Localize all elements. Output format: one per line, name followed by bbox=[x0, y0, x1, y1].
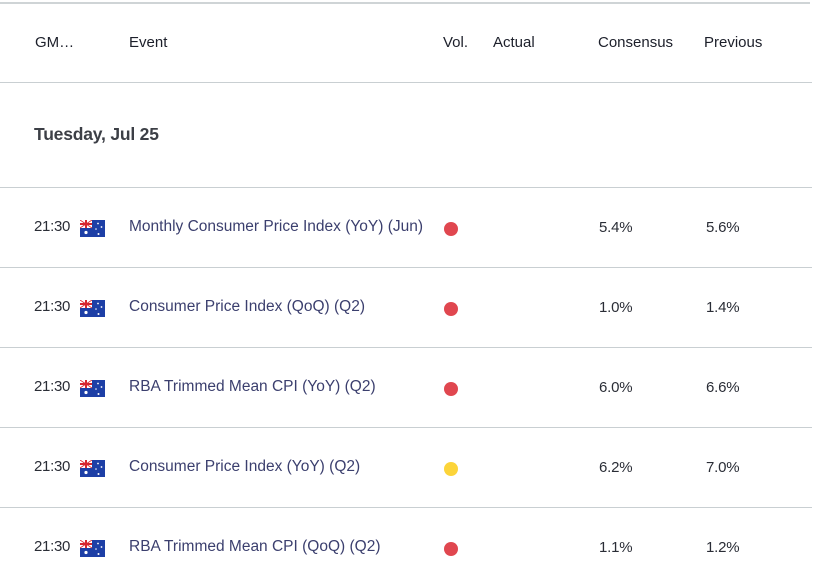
column-header-time[interactable]: GM… bbox=[35, 34, 74, 51]
event-name-link[interactable]: RBA Trimmed Mean CPI (YoY) (Q2) bbox=[129, 378, 376, 396]
consensus-value: 5.4% bbox=[599, 219, 633, 236]
event-time: 21:30 bbox=[34, 378, 71, 395]
event-time: 21:30 bbox=[34, 298, 71, 315]
australia-flag-icon bbox=[79, 539, 105, 557]
column-header-volatility[interactable]: Vol. bbox=[443, 34, 468, 51]
volatility-indicator-icon bbox=[444, 382, 458, 396]
consensus-value: 1.1% bbox=[599, 539, 633, 556]
previous-value: 1.4% bbox=[706, 299, 740, 316]
event-time: 21:30 bbox=[34, 218, 71, 235]
consensus-value: 6.2% bbox=[599, 459, 633, 476]
event-name-link[interactable]: Consumer Price Index (QoQ) (Q2) bbox=[129, 298, 365, 316]
consensus-value: 6.0% bbox=[599, 379, 633, 396]
previous-value: 6.6% bbox=[706, 379, 740, 396]
australia-flag-icon bbox=[79, 299, 105, 317]
australia-flag-icon bbox=[79, 379, 105, 397]
previous-value: 7.0% bbox=[706, 459, 740, 476]
event-name-link[interactable]: Consumer Price Index (YoY) (Q2) bbox=[129, 458, 360, 476]
volatility-indicator-icon bbox=[444, 302, 458, 316]
consensus-value: 1.0% bbox=[599, 299, 633, 316]
table-header: GM… Event Vol. Actual Consensus Previous bbox=[0, 4, 812, 82]
table-row[interactable]: 21:30 Consumer Price Index (QoQ) (Q2) 1.… bbox=[0, 268, 812, 348]
event-name-link[interactable]: Monthly Consumer Price Index (YoY) (Jun) bbox=[129, 218, 423, 236]
event-name-link[interactable]: RBA Trimmed Mean CPI (QoQ) (Q2) bbox=[129, 538, 381, 556]
volatility-indicator-icon bbox=[444, 222, 458, 236]
event-time: 21:30 bbox=[34, 458, 71, 475]
table-row[interactable]: 21:30 Consumer Price Index (YoY) (Q2) 6.… bbox=[0, 428, 812, 508]
previous-value: 5.6% bbox=[706, 219, 740, 236]
table-row[interactable]: 21:30 RBA Trimmed Mean CPI (YoY) (Q2) 6.… bbox=[0, 348, 812, 428]
date-group-heading: Tuesday, Jul 25 bbox=[34, 124, 159, 144]
volatility-indicator-icon bbox=[444, 462, 458, 476]
column-header-actual[interactable]: Actual bbox=[493, 34, 535, 51]
column-header-event[interactable]: Event bbox=[129, 34, 167, 51]
column-header-previous[interactable]: Previous bbox=[704, 34, 762, 51]
volatility-indicator-icon bbox=[444, 542, 458, 556]
column-header-consensus[interactable]: Consensus bbox=[598, 34, 673, 51]
australia-flag-icon bbox=[79, 219, 105, 237]
previous-value: 1.2% bbox=[706, 539, 740, 556]
table-row[interactable]: 21:30 Monthly Consumer Price Index (YoY)… bbox=[0, 188, 812, 268]
event-time: 21:30 bbox=[34, 538, 71, 555]
table-row[interactable]: 21:30 RBA Trimmed Mean CPI (QoQ) (Q2) 1.… bbox=[0, 508, 812, 588]
australia-flag-icon bbox=[79, 459, 105, 477]
divider bbox=[0, 82, 812, 83]
